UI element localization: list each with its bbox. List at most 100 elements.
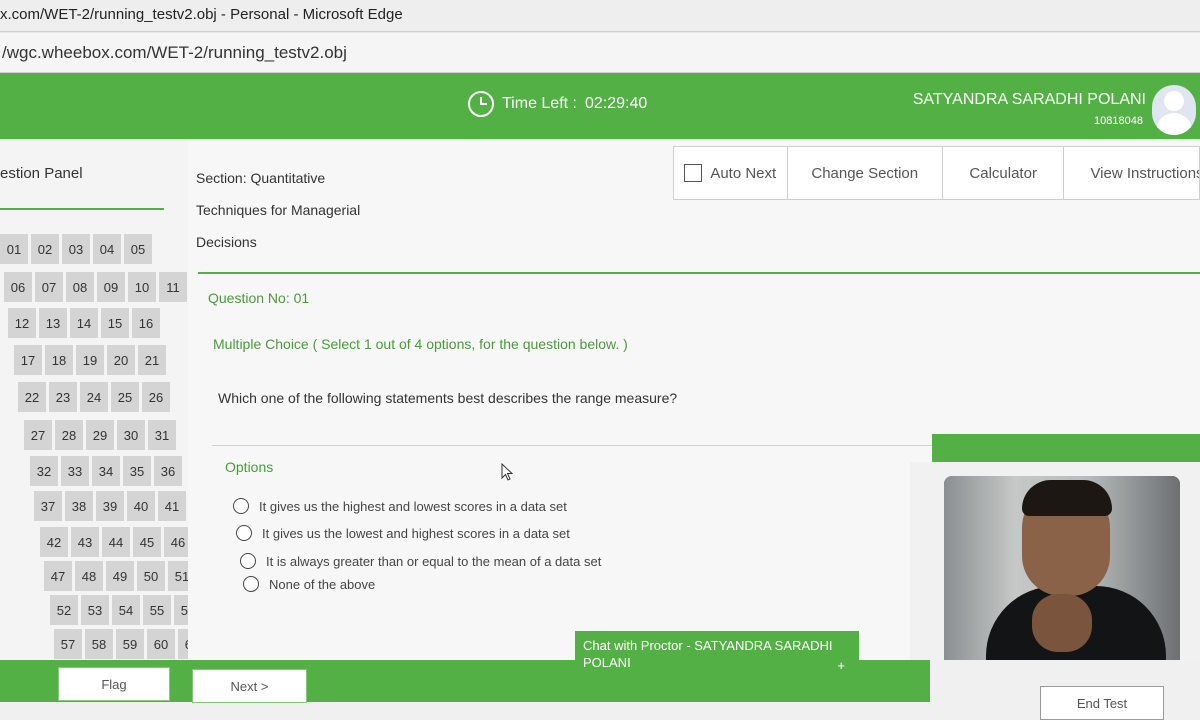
- question-number-button[interactable]: 04: [93, 234, 121, 264]
- question-number-button[interactable]: 55: [143, 595, 171, 625]
- question-number-button[interactable]: 36: [154, 456, 182, 486]
- question-number-button[interactable]: 33: [61, 456, 89, 486]
- question-number-button[interactable]: 07: [35, 272, 63, 302]
- option-text: It is always greater than or equal to th…: [266, 553, 602, 569]
- question-number-button[interactable]: 21: [138, 345, 166, 375]
- question-number-button[interactable]: 05: [124, 234, 152, 264]
- question-number-button[interactable]: 14: [70, 308, 98, 338]
- question-grid-row: 22 23 24 25 26: [18, 382, 170, 412]
- question-number-button[interactable]: 37: [34, 491, 62, 521]
- question-number-button[interactable]: 30: [117, 420, 145, 450]
- question-number-button[interactable]: 26: [142, 382, 170, 412]
- question-number-button[interactable]: 22: [18, 382, 46, 412]
- question-number-button[interactable]: 12: [8, 308, 36, 338]
- auto-next-label: Auto Next: [710, 164, 777, 182]
- question-number-button[interactable]: 20: [107, 345, 135, 375]
- question-number-button[interactable]: 28: [55, 420, 83, 450]
- question-grid-row: 5758596061: [54, 629, 206, 659]
- chat-expand-icon[interactable]: +: [837, 657, 845, 674]
- question-number-button[interactable]: 58: [85, 629, 113, 659]
- question-number-button[interactable]: 43: [71, 527, 99, 557]
- webcam-feed: [944, 476, 1180, 668]
- question-grid-row: 01 02 03 04 05: [0, 234, 152, 264]
- flag-button[interactable]: Flag: [58, 667, 170, 701]
- question-number-button[interactable]: 27: [24, 420, 52, 450]
- radio-button[interactable]: [233, 498, 249, 514]
- question-number-button[interactable]: 40: [127, 491, 155, 521]
- question-text: Which one of the following statements be…: [218, 390, 678, 406]
- option-4[interactable]: None of the above: [243, 576, 375, 592]
- question-number-button[interactable]: 50: [137, 561, 165, 591]
- proctor-video-header: [932, 434, 1200, 462]
- question-number-button[interactable]: 59: [116, 629, 144, 659]
- question-number-button[interactable]: 47: [44, 561, 72, 591]
- question-number-button[interactable]: 19: [76, 345, 104, 375]
- question-number-button[interactable]: 48: [75, 561, 103, 591]
- option-text: None of the above: [269, 576, 376, 592]
- question-number-button[interactable]: 08: [66, 272, 94, 302]
- exam-toolbar: Auto Next Change Section Calculator View…: [673, 146, 1200, 200]
- calculator-button[interactable]: Calculator: [943, 147, 1065, 199]
- question-grid-row: 42 43 44 45 46: [40, 527, 192, 557]
- question-number-button[interactable]: 52: [50, 595, 78, 625]
- question-number-button[interactable]: 34: [92, 456, 120, 486]
- question-number-button[interactable]: 24: [80, 382, 108, 412]
- radio-button[interactable]: [236, 525, 252, 541]
- radio-button[interactable]: [240, 553, 256, 569]
- question-number-button[interactable]: 02: [31, 234, 59, 264]
- question-number-button[interactable]: 06: [4, 272, 32, 302]
- question-number-button[interactable]: 11: [159, 272, 187, 302]
- question-number-button[interactable]: 23: [49, 382, 77, 412]
- question-number-button[interactable]: 57: [54, 629, 82, 659]
- change-section-button[interactable]: Change Section: [788, 147, 943, 199]
- address-url[interactable]: /wgc.wheebox.com/WET-2/running_testv2.ob…: [2, 43, 347, 62]
- question-number-button[interactable]: 54: [112, 595, 140, 625]
- question-number-button[interactable]: 60: [147, 629, 175, 659]
- section-divider: [198, 272, 1200, 274]
- question-number-button[interactable]: 35: [123, 456, 151, 486]
- question-type: Multiple Choice ( Select 1 out of 4 opti…: [213, 336, 628, 352]
- radio-button[interactable]: [243, 576, 259, 592]
- question-number-button[interactable]: 44: [102, 527, 130, 557]
- question-number-button[interactable]: 01: [0, 234, 28, 264]
- question-number: Question No: 01: [208, 290, 310, 306]
- question-grid-row: 12 13 14 15 16: [8, 308, 160, 338]
- question-number-button[interactable]: 39: [96, 491, 124, 521]
- question-number-button[interactable]: 45: [133, 527, 161, 557]
- window-title: x.com/WET-2/running_testv2.obj - Persona…: [0, 6, 403, 23]
- question-number-button[interactable]: 18: [45, 345, 73, 375]
- question-number-button[interactable]: 15: [101, 308, 129, 338]
- question-number-button[interactable]: 31: [148, 420, 176, 450]
- question-number-button[interactable]: 49: [106, 561, 134, 591]
- question-number-button[interactable]: 17: [14, 345, 42, 375]
- question-panel-title: estion Panel: [0, 165, 83, 182]
- auto-next-toggle[interactable]: Auto Next: [674, 147, 788, 199]
- question-number-button[interactable]: 13: [39, 308, 67, 338]
- question-number-button[interactable]: 53: [81, 595, 109, 625]
- question-number-button[interactable]: 03: [62, 234, 90, 264]
- question-grid-row: 06 07 08 09 10 11: [4, 272, 187, 302]
- view-instructions-button[interactable]: View Instructions: [1064, 147, 1199, 199]
- question-number-button[interactable]: 25: [111, 382, 139, 412]
- option-2[interactable]: It gives us the lowest and highest score…: [236, 525, 570, 541]
- question-number-button[interactable]: 38: [65, 491, 93, 521]
- chat-label: Chat with Proctor - SATYANDRA SARADHI PO…: [583, 638, 833, 670]
- question-number-button[interactable]: 32: [30, 456, 58, 486]
- auto-next-checkbox[interactable]: [684, 164, 703, 182]
- question-grid-row: 32 33 34 35 36: [30, 456, 182, 486]
- end-test-button[interactable]: End Test: [1040, 686, 1164, 720]
- question-divider: [212, 445, 932, 446]
- question-number-button[interactable]: 29: [86, 420, 114, 450]
- option-3[interactable]: It is always greater than or equal to th…: [240, 553, 601, 569]
- browser-title-bar: x.com/WET-2/running_testv2.obj - Persona…: [0, 0, 1200, 32]
- question-number-button[interactable]: 16: [132, 308, 160, 338]
- question-number-button[interactable]: 09: [97, 272, 125, 302]
- question-number-button[interactable]: 42: [40, 527, 68, 557]
- question-number-button[interactable]: 10: [128, 272, 156, 302]
- proctor-chat[interactable]: Chat with Proctor - SATYANDRA SARADHI PO…: [575, 631, 859, 679]
- option-1[interactable]: It gives us the highest and lowest score…: [233, 498, 567, 514]
- browser-address-bar[interactable]: /wgc.wheebox.com/WET-2/running_testv2.ob…: [0, 33, 1200, 73]
- question-number-button[interactable]: 41: [158, 491, 186, 521]
- timer: Time Left : 02:29:40: [468, 91, 647, 117]
- next-button[interactable]: Next >: [192, 669, 307, 703]
